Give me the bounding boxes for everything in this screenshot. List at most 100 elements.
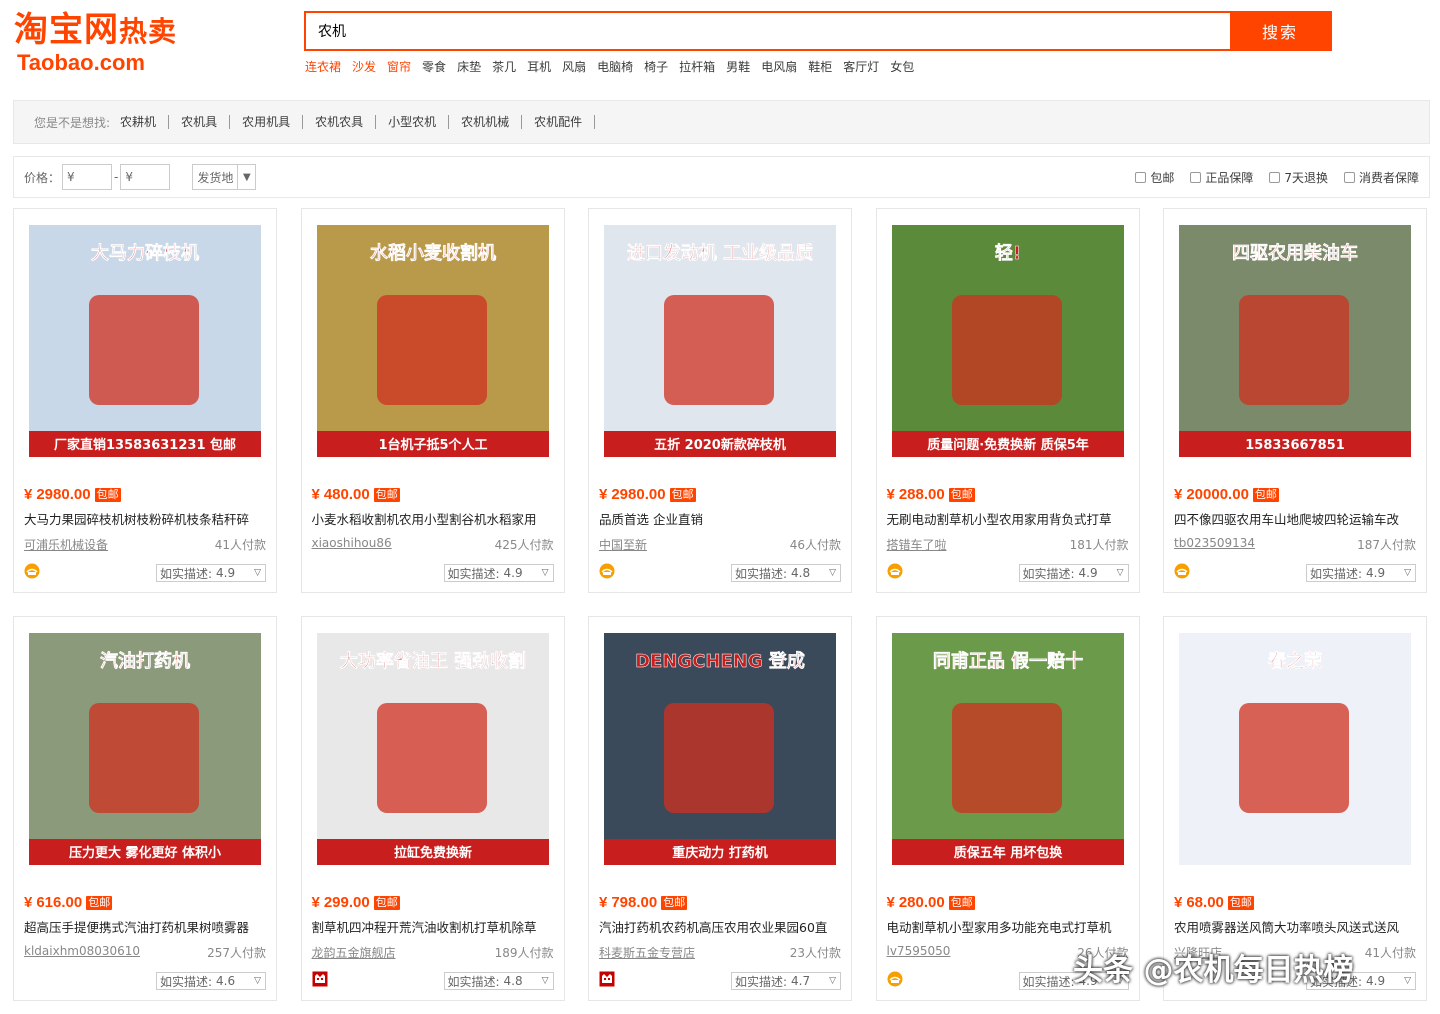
hot-word-link[interactable]: 连衣裙 [305,58,341,75]
seller-link[interactable]: lv7595050 [887,944,951,958]
hot-word-link[interactable]: 电脑椅 [597,58,633,75]
seller-link[interactable]: tb023509134 [1174,536,1255,550]
price-value: 2980.00 [36,486,91,503]
filter-checkbox[interactable]: 包邮 [1135,169,1174,186]
seller-link[interactable]: 可浦乐机械设备 [24,536,108,553]
suggestion-link[interactable]: 农机配件 [522,115,596,129]
product-card[interactable]: 水稻小麦收割机 1台机子抵5个人工 ¥480.00 包邮 小麦水稻收割机农用小型割谷机水… [300,208,565,593]
checkbox-box[interactable] [1343,171,1355,183]
product-image-wrap[interactable]: 四驱农用柴油车 15833667851 [1179,225,1411,457]
chevron-down-icon: ▽ [541,568,549,578]
free-shipping-badge: 包邮 [661,895,688,910]
search-input[interactable] [306,13,1230,49]
filter-checkbox[interactable]: 7天退换 [1269,169,1328,186]
seller-link[interactable]: 中国至新 [599,536,647,553]
rating-select[interactable]: 如实描述: 4.9 ▽ [1306,564,1416,582]
product-card[interactable]: 轻! 质量问题·免费换新 质保5年 ¥288.00 包邮 无刷电动割草机小型农用家用背负… [875,208,1140,593]
hot-word-link[interactable]: 鞋柜 [808,58,832,75]
product-image-wrap[interactable]: 汽油打药机 压力更大 雾化更好 体积小 [29,633,261,865]
rating-select[interactable]: 如实描述: 4.9 ▽ [156,564,266,582]
hot-word-link[interactable]: 风扇 [562,58,586,75]
hot-word-link[interactable]: 电风扇 [761,58,797,75]
hot-word-link[interactable]: 客厅灯 [843,58,879,75]
hot-word-link[interactable]: 耳机 [527,58,551,75]
checkbox-box[interactable] [1190,171,1202,183]
product-title[interactable]: 割草机四冲程开荒汽油收割机打草机除草 [312,917,557,936]
rating-select[interactable]: 如实描述: 4.8 ▽ [443,972,554,990]
ship-from-select[interactable]: 发货地 ▼ [192,164,257,190]
product-image-wrap[interactable]: 春之荣 [1179,633,1411,865]
product-card[interactable]: 春之荣 ¥68.00 包邮 农用喷雾器送风筒大功率喷头风送式送风 兴隆旺店 41人付款 如实… [1163,616,1427,1001]
filter-checkbox[interactable]: 正品保障 [1190,169,1253,186]
seller-link[interactable]: 龙韵五金旗舰店 [312,944,396,961]
product-image-wrap[interactable]: DENGCHENG 登成 重庆动力 打药机 [604,633,836,865]
product-card[interactable]: 进口发动机 工业级品质 五折 2020新款碎枝机 ¥2980.00 包邮 品质首选 企业… [588,208,852,593]
product-card[interactable]: 大马力碎枝机 厂家直销13583631231 包邮 ¥2980.00 包邮 大马力果园碎… [13,208,277,593]
suggestion-link[interactable]: 农机具 [169,115,231,129]
suggestion-link[interactable]: 农机农具 [303,115,377,129]
hot-word-link[interactable]: 拉杆箱 [679,58,715,75]
svg-text:大功率省油王 强劲收割: 大功率省油王 强劲收割 [339,650,525,672]
seller-link[interactable]: kldaixhm08030610 [24,944,140,958]
suggestion-link[interactable]: 农用机具 [230,115,304,129]
suggestion-link[interactable]: 农耕机 [120,115,170,129]
rating-value: 4.8 [503,974,523,988]
currency-symbol: ¥ [24,894,33,911]
suggestion-link[interactable]: 农机机械 [449,115,523,129]
product-title[interactable]: 电动割草机小型家用多功能充电式打草机 [887,917,1132,936]
product-title[interactable]: 品质首选 企业直销 [599,509,844,528]
rating-select[interactable]: 如实描述: 4.6 ▽ [156,972,266,990]
rating-select[interactable]: 如实描述: 4.9 ▽ [443,564,554,582]
product-image-wrap[interactable]: 水稻小麦收割机 1台机子抵5个人工 [316,225,549,457]
filter-checkbox[interactable]: 消费者保障 [1343,169,1419,186]
hot-word-link[interactable]: 男鞋 [726,58,750,75]
seller-badge [887,563,903,579]
search-button[interactable]: 搜索 [1230,13,1330,49]
product-image-wrap[interactable]: 同甫正品 假一赔十 质保五年 用坏包换 [891,633,1124,865]
rating-label: 如实描述: [735,566,788,581]
suggestion-label: 您是不是想找: [34,115,111,130]
hot-word-link[interactable]: 窗帘 [387,58,411,75]
product-title[interactable]: 四不像四驱农用车山地爬坡四轮运输车改 [1174,509,1419,528]
free-shipping-badge: 包邮 [1227,895,1254,910]
price-max-input[interactable]: ¥ [120,164,171,190]
seller-badge [24,563,40,579]
seller-link[interactable]: 搭错车了啦 [887,536,947,553]
product-title[interactable]: 超高压手提便携式汽油打药机果树喷雾器 [24,917,269,936]
rating-select[interactable]: 如实描述: 4.8 ▽ [731,564,841,582]
suggestion-link[interactable]: 小型农机 [376,115,450,129]
hot-word-link[interactable]: 零食 [422,58,446,75]
chevron-down-icon: ▽ [829,976,836,986]
product-image-wrap[interactable]: 大马力碎枝机 厂家直销13583631231 包邮 [29,225,261,457]
product-image: 四驱农用柴油车 15833667851 [1179,225,1411,457]
checkbox-box[interactable] [1269,171,1281,183]
rating-select[interactable]: 如实描述: 4.9 ▽ [1018,564,1129,582]
product-card[interactable]: 四驱农用柴油车 15833667851 ¥20000.00 包邮 四不像四驱农用车山地爬… [1163,208,1427,593]
hot-word-link[interactable]: 床垫 [457,58,481,75]
product-card[interactable]: 汽油打药机 压力更大 雾化更好 体积小 ¥616.00 包邮 超高压手提便携式汽油打药机… [13,616,277,1001]
checkbox-box[interactable] [1135,171,1147,183]
product-card[interactable]: 同甫正品 假一赔十 质保五年 用坏包换 ¥280.00 包邮电动割草机小型家用多功能充… [875,616,1140,1001]
product-title[interactable]: 汽油打药机农药机高压农用农业果园60直 [599,917,844,936]
taobao-logo[interactable]: 淘宝网热卖 Taobao.com [14,10,244,76]
product-price: ¥280.00 包邮 [887,894,975,911]
product-title[interactable]: 无刷电动割草机小型农用家用背负式打草 [887,509,1132,528]
rating-select[interactable]: 如实描述: 4.7 ▽ [731,972,841,990]
price-min-input[interactable]: ¥ [62,164,113,190]
product-title[interactable]: 大马力果园碎枝机树枝粉碎机枝条秸秆碎 [24,509,269,528]
product-card[interactable]: DENGCHENG 登成 重庆动力 打药机 ¥798.00 包邮 汽油打药机农药机高压农… [588,616,852,1001]
hot-word-link[interactable]: 椅子 [644,58,668,75]
hot-word-link[interactable]: 女包 [890,58,914,75]
hot-word-link[interactable]: 沙发 [352,58,376,75]
seller-link[interactable]: xiaoshihou86 [312,536,392,550]
hot-word-link[interactable]: 茶几 [492,58,516,75]
product-title[interactable]: 农用喷雾器送风筒大功率喷头风送式送风 [1174,917,1419,936]
seller-link[interactable]: 科麦斯五金专营店 [599,944,695,961]
svg-text:厂家直销13583631231 包邮: 厂家直销13583631231 包邮 [54,437,236,453]
product-image-wrap[interactable]: 进口发动机 工业级品质 五折 2020新款碎枝机 [604,225,836,457]
product-card[interactable]: 大功率省油王 强劲收割 拉缸免费换新 ¥299.00 包邮 割草机四冲程开荒汽油收割机打… [300,616,565,1001]
currency-symbol: ¥ [886,486,895,503]
product-image-wrap[interactable]: 轻! 质量问题·免费换新 质保5年 [891,225,1124,457]
product-image-wrap[interactable]: 大功率省油王 强劲收割 拉缸免费换新 [316,633,549,865]
product-title[interactable]: 小麦水稻收割机农用小型割谷机水稻家用 [312,509,557,528]
